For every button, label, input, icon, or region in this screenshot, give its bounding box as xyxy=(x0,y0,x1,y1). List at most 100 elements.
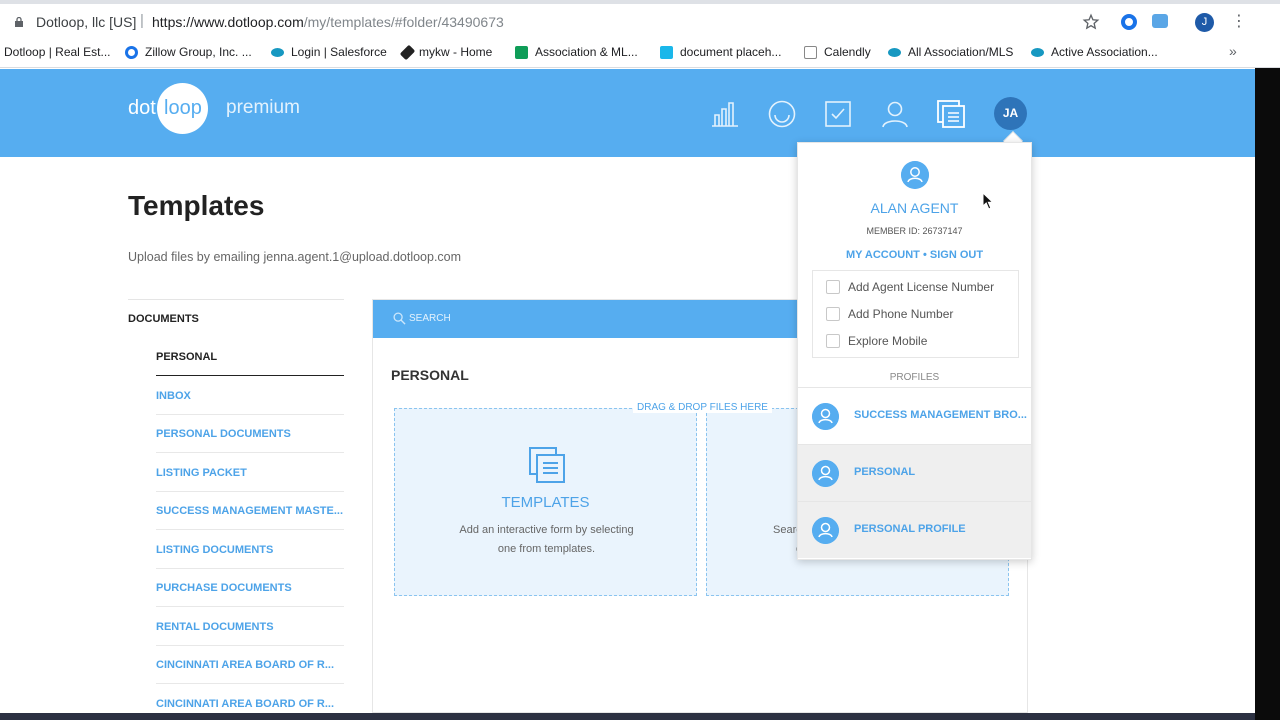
bookmark-label: mykw - Home xyxy=(419,45,493,59)
bookmarks-overflow-button[interactable]: » xyxy=(1229,43,1237,59)
bookmark-item[interactable]: Dotloop | Real Est... xyxy=(4,45,111,59)
user-avatar-icon xyxy=(901,161,929,189)
bookmark-label: Calendly xyxy=(824,45,871,59)
profiles-heading: PROFILES xyxy=(889,372,940,383)
bookmarks-bar: Dotloop | Real Est... Zillow Group, Inc.… xyxy=(0,40,1280,68)
account-name: ALAN AGENT xyxy=(870,200,959,216)
extension-chat-icon[interactable] xyxy=(1152,14,1168,28)
checkbox[interactable] xyxy=(826,280,840,294)
bookmark-item[interactable]: Association & ML... xyxy=(515,45,638,59)
upload-hint: Upload files by emailing jenna.agent.1@u… xyxy=(128,250,462,264)
bookmark-label: Zillow Group, Inc. ... xyxy=(145,45,252,59)
bookmark-item[interactable]: Active Association... xyxy=(1031,45,1158,59)
sidebar-item-rental-documents[interactable]: RENTAL DOCUMENTS xyxy=(156,608,344,646)
link-separator: • xyxy=(922,249,927,261)
profile-avatar-icon xyxy=(812,460,839,487)
checklist-label: Explore Mobile xyxy=(848,334,928,348)
url-path: /my/templates/#folder/43490673 xyxy=(303,14,504,30)
logo-loop-text: loop xyxy=(164,97,202,119)
salesforce-cloud-icon xyxy=(271,47,284,57)
extension-icon[interactable] xyxy=(1121,14,1137,30)
templates-card-desc-line: Add an interactive form by selecting xyxy=(459,524,634,536)
vimeo-icon xyxy=(660,45,673,59)
bookmark-item[interactable]: Login | Salesforce xyxy=(271,45,387,59)
site-identity: Dotloop, llc [US] xyxy=(36,14,137,30)
sidebar-item-listing-packet[interactable]: LISTING PACKET xyxy=(156,454,344,492)
page-title: Templates xyxy=(128,190,265,221)
checkbox[interactable] xyxy=(826,334,840,348)
profile-avatar-icon xyxy=(812,403,839,430)
bookmark-label: All Association/MLS xyxy=(908,45,1014,59)
sidebar-item-purchase-documents[interactable]: PURCHASE DOCUMENTS xyxy=(156,569,344,607)
bookmark-item[interactable]: All Association/MLS xyxy=(888,45,1013,59)
sidebar-item-personal-documents[interactable]: PERSONAL DOCUMENTS xyxy=(156,415,344,453)
bookmark-item[interactable]: Calendly xyxy=(804,45,871,59)
bookmark-star-icon[interactable] xyxy=(1082,13,1100,31)
checkbox[interactable] xyxy=(826,307,840,321)
mykw-icon xyxy=(399,44,416,60)
url-separator: | xyxy=(140,12,144,29)
user-avatar-button[interactable]: JA xyxy=(994,97,1027,130)
window-edge xyxy=(1255,68,1280,720)
checklist-item-phone[interactable]: Add Phone Number xyxy=(826,306,953,322)
account-menu: ALAN AGENT MEMBER ID: 26737147 MY ACCOUN… xyxy=(797,142,1032,560)
loops-circle-icon[interactable] xyxy=(767,99,797,129)
browser-address-bar[interactable]: Dotloop, llc [US] | https://www.dotloop.… xyxy=(0,4,1280,40)
member-id: MEMBER ID: 26737147 xyxy=(866,226,963,236)
cloud-icon xyxy=(1031,47,1044,57)
url-field[interactable]: https://www.dotloop.com/my/templates/#fo… xyxy=(152,14,504,30)
profile-item-personal-profile[interactable]: PERSONAL PROFILE xyxy=(798,501,1031,558)
bookmark-label: Association & ML... xyxy=(535,45,638,59)
my-account-link[interactable]: MY ACCOUNT xyxy=(846,249,920,261)
checklist-item-license[interactable]: Add Agent License Number xyxy=(826,279,994,295)
search-placeholder: SEARCH xyxy=(409,313,451,324)
sheets-icon xyxy=(515,45,528,59)
contacts-person-icon[interactable] xyxy=(880,99,910,129)
profile-name: PERSONAL PROFILE xyxy=(854,523,966,535)
mouse-cursor-icon xyxy=(982,192,994,210)
zillow-icon xyxy=(125,45,138,59)
logo-dot-text: dot xyxy=(128,97,156,119)
drag-drop-label: DRAG & DROP FILES HERE xyxy=(633,402,772,413)
account-links: MY ACCOUNT • SIGN OUT xyxy=(798,249,1031,261)
tasks-checkbox-icon[interactable] xyxy=(823,99,853,129)
profile-name: PERSONAL xyxy=(854,466,916,478)
templates-card-title: TEMPLATES xyxy=(501,494,590,511)
sidebar-item-personal[interactable]: PERSONAL xyxy=(156,338,344,376)
browser-menu-icon[interactable]: ⋮ xyxy=(1231,14,1247,30)
sidebar-item-listing-documents[interactable]: LISTING DOCUMENTS xyxy=(156,531,344,569)
bookmark-label: document placeh... xyxy=(680,45,782,59)
cloud-icon xyxy=(888,47,901,57)
checklist-label: Add Agent License Number xyxy=(848,280,995,294)
sidebar-item-success-management[interactable]: SUCCESS MANAGEMENT MASTE... xyxy=(156,492,344,530)
templates-card[interactable]: TEMPLATES Add an interactive form by sel… xyxy=(394,408,697,596)
checklist-item-mobile[interactable]: Explore Mobile xyxy=(826,333,927,349)
calendly-icon xyxy=(804,45,817,59)
profile-item-success-management[interactable]: SUCCESS MANAGEMENT BRO... xyxy=(798,387,1031,444)
search-icon xyxy=(393,312,406,325)
bookmark-item[interactable]: mykw - Home xyxy=(399,44,493,60)
profile-avatar-icon xyxy=(812,517,839,544)
reports-chart-icon[interactable] xyxy=(710,99,740,129)
folder-title: PERSONAL xyxy=(391,367,469,383)
profile-item-personal[interactable]: PERSONAL xyxy=(798,444,1031,501)
bookmark-label: Active Association... xyxy=(1051,45,1158,59)
lock-icon xyxy=(15,17,23,27)
sign-out-link[interactable]: SIGN OUT xyxy=(930,249,983,261)
templates-card-description: Add an interactive form by selecting one… xyxy=(445,521,648,559)
profile-name: SUCCESS MANAGEMENT BRO... xyxy=(854,409,1027,421)
bookmark-label: Login | Salesforce xyxy=(291,45,387,59)
templates-documents-icon[interactable] xyxy=(936,99,966,129)
bookmark-item[interactable]: document placeh... xyxy=(660,45,781,59)
checklist-label: Add Phone Number xyxy=(848,307,954,321)
sidebar-item-cincinnati-board-1[interactable]: CINCINNATI AREA BOARD OF R... xyxy=(156,646,344,684)
sidebar-heading: DOCUMENTS xyxy=(128,299,344,338)
templates-card-desc-line: one from templates. xyxy=(497,543,596,555)
browser-profile-avatar[interactable]: J xyxy=(1195,13,1214,32)
onboarding-checklist: Add Agent License Number Add Phone Numbe… xyxy=(812,270,1019,358)
logo-premium-text: premium xyxy=(226,97,300,118)
taskbar-edge xyxy=(0,713,1255,720)
bookmark-item[interactable]: Zillow Group, Inc. ... xyxy=(125,45,252,59)
app-header: dot loop premium JA xyxy=(0,69,1255,157)
sidebar-item-inbox[interactable]: INBOX xyxy=(156,377,344,415)
